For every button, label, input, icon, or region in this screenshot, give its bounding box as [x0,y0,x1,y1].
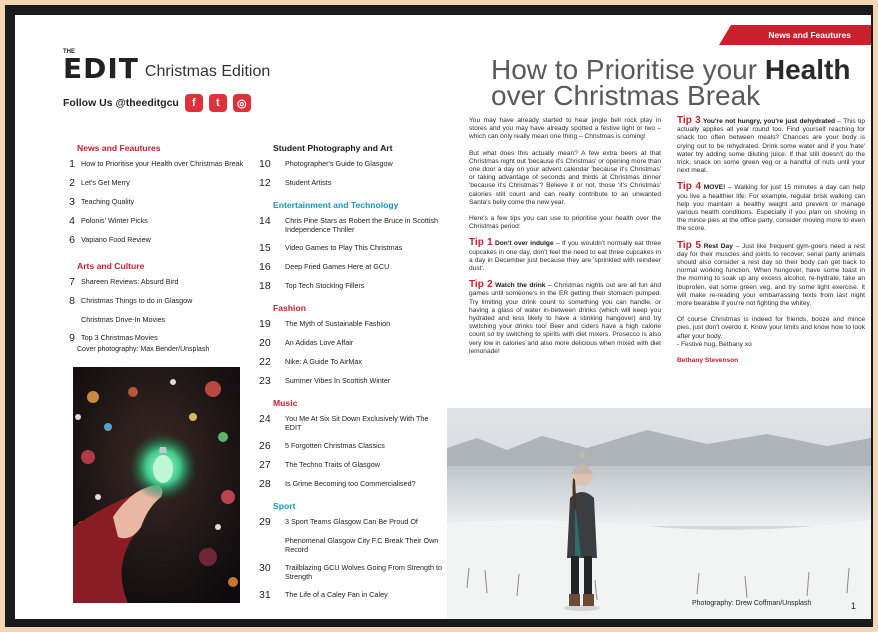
section-heading: News and Feautures [77,143,161,153]
tip-4: Tip 4 MOVE! – Walking for just 15 minute… [677,181,865,233]
toc-item[interactable]: 3 Teaching Quality [63,197,248,208]
paragraph: But what does this actually mean? A few … [469,149,661,206]
author-name: Bethany Stevenson [677,357,739,365]
instagram-icon[interactable]: ◎ [232,94,251,112]
toc-item[interactable]: 8 Christmas Things to do in Glasgow [63,296,248,307]
photo-credit: Photography: Drew Coffman/Unsplash [692,600,812,607]
toc-item[interactable]: 18 Top Tech Stocking Fillers [259,281,445,292]
tip-3: Tip 3 You're not hungry, you're just deh… [677,115,866,175]
article-column-left: You may have already started to hear jin… [469,117,661,364]
toc-item[interactable]: 12 Student Artists [259,178,445,189]
toc-item[interactable]: 27 The Techno Traits of Glasgow [259,460,445,471]
toc-column-right: Student Photography and Art 10 Photograph… [259,143,445,609]
toc-item[interactable]: 29 3 Sport Teams Glasgow Can Be Proud Of [259,517,445,528]
toc-item[interactable]: 7 Shareen Reviews: Absurd Bird [63,277,248,288]
article-photo [447,408,871,619]
toc-item[interactable]: 31 The Life of a Caley Fan in Caley [259,590,445,601]
closing-paragraph: Of course Christmas is indeed for friend… [677,316,865,348]
winter-lake-illustration [447,408,871,619]
toc-item[interactable]: 20 An Adidas Love Affair [259,338,445,349]
tip-2: Tip 2 Watch the drink – Christmas nights… [469,279,662,355]
toc-item[interactable]: 26 5 Forgotten Christmas Classics [259,441,445,452]
toc-item[interactable]: Christmas Drive-In Movies [63,315,248,324]
section-heading: Entertainment and Technology [273,200,399,210]
tip-1: Tip 1 Don't over indulge – If you wouldn… [469,237,661,273]
cover-photo-illustration [73,367,240,603]
section-tag: News and Feautures [719,25,871,45]
section-heading: Music [273,398,298,408]
cover-credit: Cover photography: Max Bender/Unsplash [77,346,210,353]
toc-column-left: News and Feautures 1 How to Prioritise yo… [63,143,248,352]
cover-photo [73,367,240,603]
toc-item[interactable]: Phenomenal Glasgow City F.C Break Their … [259,536,445,554]
section-heading: Student Photography and Art [273,143,393,153]
masthead: EDIT Christmas Edition [63,55,270,83]
logo: EDIT [63,52,139,85]
paragraph: You may have already started to hear jin… [469,117,661,141]
toc-item[interactable]: 30 Trailblazing GCU Wolves Going From Str… [259,563,445,581]
toc-item[interactable]: 22 Nike: A Guide To AirMax [259,357,445,368]
page-number: 1 [851,601,857,611]
facebook-icon[interactable]: f [184,94,203,112]
follow-bar: Follow Us @theeditgcu f t ◎ [63,94,251,112]
toc-item[interactable]: 1 How to Prioritise your Health over Chri… [63,159,248,170]
toc-item[interactable]: 6 Vapiano Food Review [63,235,248,246]
toc-item[interactable]: 14 Chris Pine Stars as Robert the Bruce i… [259,216,445,234]
toc-item[interactable]: 24 You Me At Six Sit Down Exclusively Wit… [259,414,445,432]
toc-item[interactable]: 23 Summer Vibes In Scottish Winter [259,376,445,387]
section-heading: Sport [273,501,296,511]
article-column-right: Tip 3 You're not hungry, you're just deh… [677,115,866,373]
contents-page: THE EDIT Christmas Edition Follow Us @th… [15,15,447,619]
article-headline: How to Prioritise your Health over Chris… [491,54,851,111]
toc-item[interactable]: 2 Let's Get Merry [63,178,248,189]
magazine-spread: THE EDIT Christmas Edition Follow Us @th… [5,5,873,627]
toc-item[interactable]: 15 Video Games to Play This Christmas [259,243,445,254]
follow-label: Follow Us @theeditgcu [63,97,179,109]
toc-item[interactable]: 9 Top 3 Christmas Movies [63,333,248,344]
section-heading: Arts and Culture [77,261,145,271]
toc-item[interactable]: 10 Photographer's Guide to Glasgow [259,159,445,170]
section-heading: Fashion [273,303,306,313]
toc-item[interactable]: 28 Is Grime Becoming too Commercialised? [259,479,445,490]
article-page: News and Feautures How to Prioritise you… [447,15,871,619]
toc-item[interactable]: 16 Deep Fried Games Here at GCU [259,262,445,273]
tip-5: Tip 5 Rest Day – Just like frequent gym-… [677,239,865,308]
toc-item[interactable]: 19 The Myth of Sustainable Fashion [259,319,445,330]
toc-item[interactable]: 4 Polonis' Winter Picks [63,216,248,227]
edition-title: Christmas Edition [144,63,271,80]
twitter-icon[interactable]: t [208,94,227,112]
paragraph: Here's a few tips you can use to priorit… [469,215,661,231]
